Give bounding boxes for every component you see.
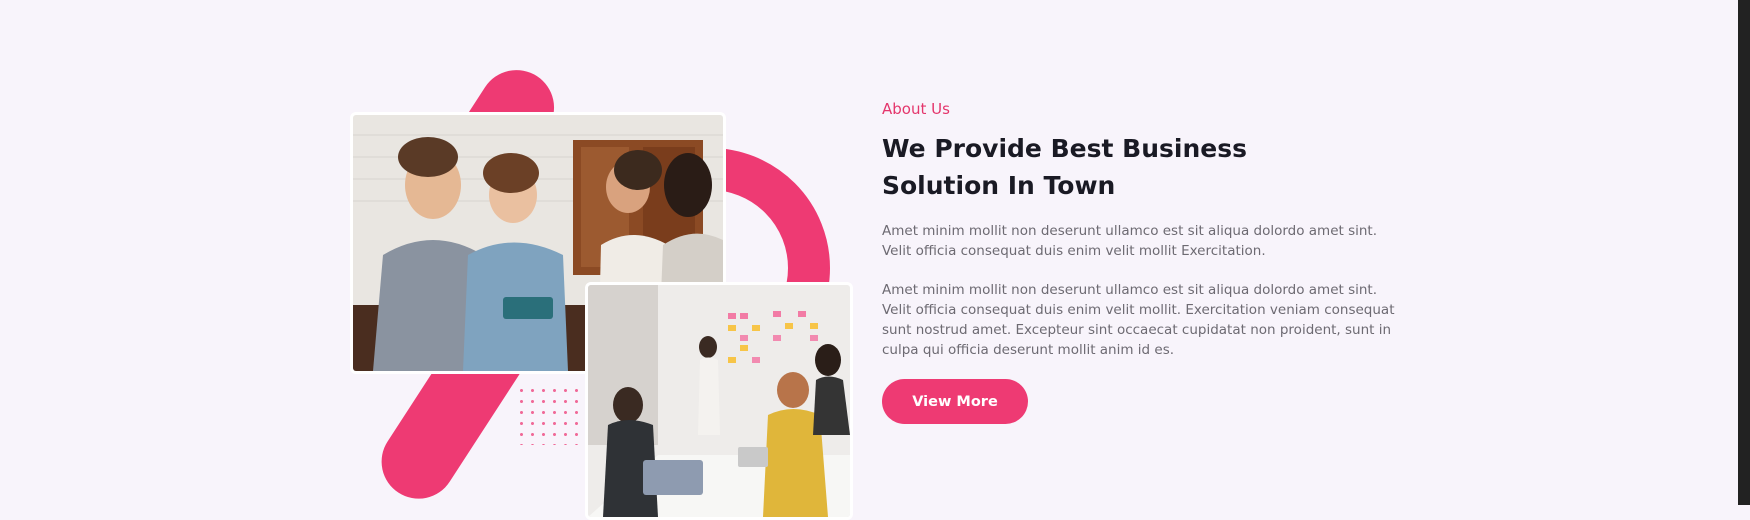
meeting-photo [585,282,853,520]
about-paragraph-1: Amet minim mollit non deserunt ullamco e… [882,223,1378,259]
page-edge-bar [1738,0,1750,505]
section-eyebrow: About Us [882,100,950,118]
about-media-collage [350,55,853,520]
decor-dot-grid [516,385,591,445]
view-more-button[interactable]: View More [882,379,1028,424]
section-heading: We Provide Best Business Solution In Tow… [882,134,1247,200]
about-paragraph-2: Amet minim mollit non deserunt ullamco e… [882,282,1395,358]
